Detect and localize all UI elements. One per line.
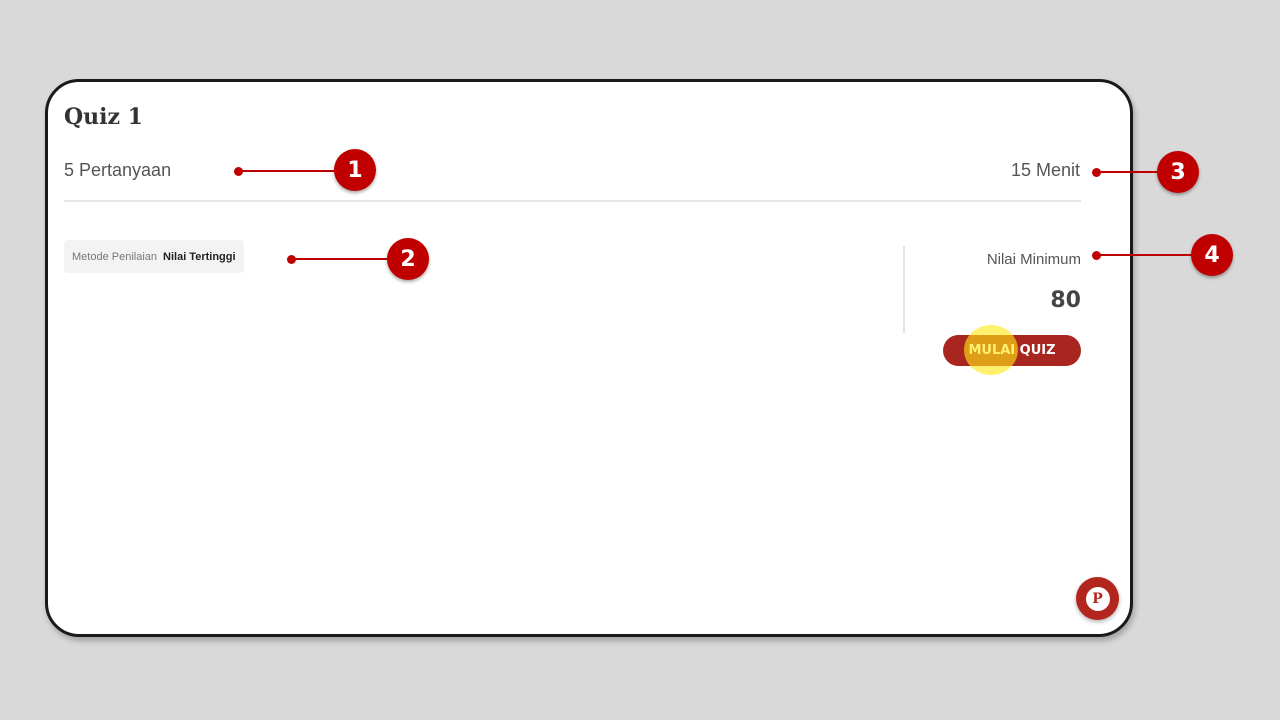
quiz-duration: 15 Menit bbox=[1010, 160, 1080, 180]
chat-button[interactable]: P bbox=[1076, 577, 1119, 620]
callout-line-4 bbox=[1096, 254, 1194, 256]
chat-bubble-icon: P bbox=[1085, 586, 1110, 611]
callout-line-2 bbox=[291, 258, 391, 260]
min-score-label: Nilai Minimum bbox=[986, 251, 1081, 268]
grading-method-label: Metode Penilaian bbox=[72, 250, 158, 263]
callout-badge-2: 2 bbox=[387, 238, 429, 280]
callout-line-1 bbox=[238, 170, 338, 172]
question-count: 5 Pertanyaan bbox=[64, 160, 172, 180]
start-quiz-button[interactable]: MULAI QUIZ bbox=[943, 335, 1081, 366]
min-score-value: 80 bbox=[1050, 288, 1081, 313]
callout-badge-4: 4 bbox=[1191, 234, 1233, 276]
grading-method-chip: Metode Penilaian Nilai Tertinggi bbox=[64, 240, 244, 273]
quiz-title: Quiz 1 bbox=[64, 104, 143, 130]
callout-badge-1: 1 bbox=[334, 149, 376, 191]
vertical-divider bbox=[903, 246, 905, 333]
callout-line-3 bbox=[1096, 171, 1160, 173]
divider bbox=[64, 200, 1081, 202]
callout-badge-3: 3 bbox=[1157, 151, 1199, 193]
grading-method-value: Nilai Tertinggi bbox=[163, 250, 236, 263]
